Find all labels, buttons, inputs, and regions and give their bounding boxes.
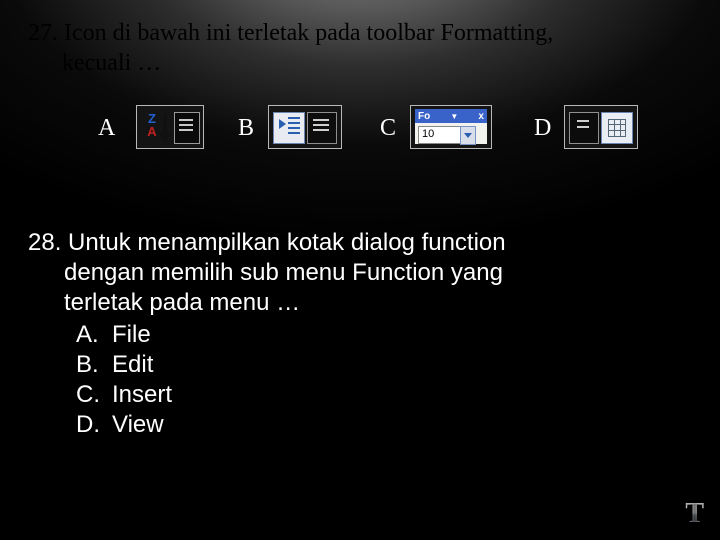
option-label: A: [98, 115, 115, 142]
close-icon: x: [478, 111, 484, 122]
down-arrow-icon: [163, 114, 167, 134]
q28-choice-a[interactable]: A. File: [76, 320, 668, 350]
borders-grid-icon: [564, 105, 638, 149]
footer-mark: T: [685, 498, 704, 530]
font-size-toolbar-icon: Fo ▼ x 10: [410, 105, 492, 149]
secondary-button-icon: [174, 112, 200, 144]
choice-text: File: [112, 320, 151, 350]
question-27: 27. Icon di bawah ini terletak pada tool…: [28, 18, 688, 78]
secondary-button-icon: [569, 112, 599, 144]
q28-choice-d[interactable]: D. View: [76, 410, 668, 440]
q28-choice-b[interactable]: B. Edit: [76, 350, 668, 380]
dropdown-arrow-icon: [460, 126, 476, 145]
indent-button-icon: [273, 112, 305, 144]
question-28: 28. Untuk menampilkan kotak dialog funct…: [28, 228, 668, 440]
q28-choices: A. File B. Edit C. Insert D. View: [76, 320, 668, 440]
q28-stem-l1: Untuk menampilkan kotak dialog function: [68, 229, 506, 256]
q28-choice-c[interactable]: C. Insert: [76, 380, 668, 410]
sort-za-icon: Z A: [136, 105, 204, 149]
secondary-button-icon: [307, 112, 337, 144]
choice-label: C.: [76, 380, 112, 410]
q27-options-row: A Z A B C Fo ▼ x: [98, 105, 688, 155]
q27-line2: kecuali …: [62, 48, 688, 78]
titlebar-text: Fo: [418, 111, 430, 122]
choice-text: Insert: [112, 380, 172, 410]
increase-indent-icon: [268, 105, 342, 149]
option-label: C: [380, 115, 396, 142]
toolbar-body: 10: [415, 123, 487, 144]
grid-glyph-icon: [608, 119, 626, 137]
option-label: D: [534, 115, 551, 142]
choice-label: A.: [76, 320, 112, 350]
choice-label: D.: [76, 410, 112, 440]
q27-line1: Icon di bawah ini terletak pada toolbar …: [64, 20, 553, 46]
q28-number: 28.: [28, 229, 61, 256]
borders-button-icon: [601, 112, 633, 144]
option-label: B: [238, 115, 254, 142]
q28-line1: 28. Untuk menampilkan kotak dialog funct…: [28, 228, 668, 258]
q28-stem-l2: dengan memilih sub menu Function yang: [64, 258, 668, 288]
choice-text: Edit: [112, 350, 153, 380]
font-size-field: 10: [418, 126, 463, 144]
choice-text: View: [112, 410, 164, 440]
floating-titlebar: Fo ▼ x: [415, 109, 487, 123]
q27-number: 27.: [28, 20, 58, 46]
q28-stem-l3: terletak pada menu …: [64, 288, 668, 318]
choice-label: B.: [76, 350, 112, 380]
chevron-down-icon: ▼: [450, 112, 458, 121]
